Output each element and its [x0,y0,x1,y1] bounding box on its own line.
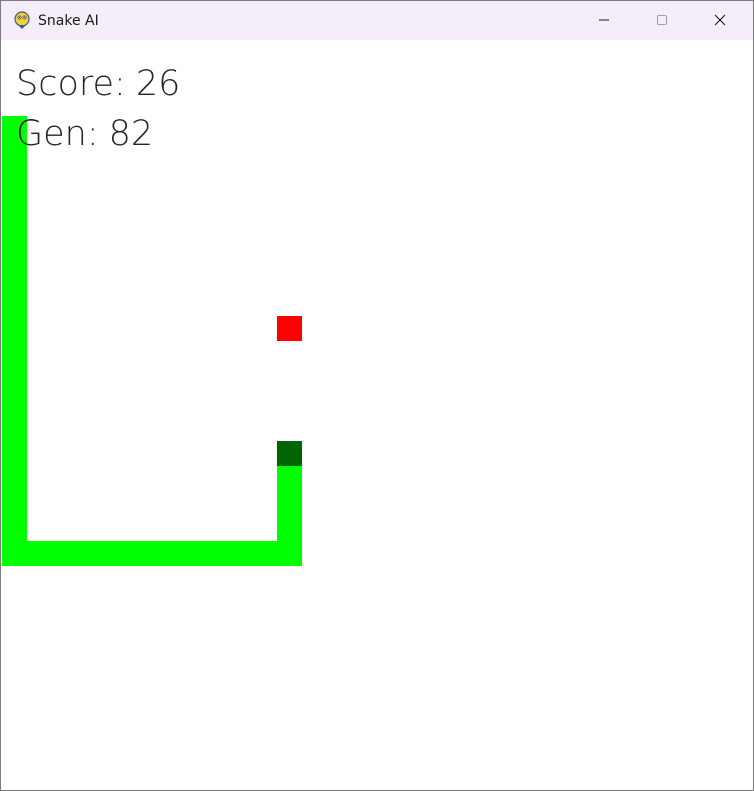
score-label: Score: [16,64,126,104]
score-value: 26 [135,64,181,104]
close-icon [714,11,726,30]
score-display: Score: 26 [16,64,180,104]
snake-body-left-column [2,116,27,566]
generation-display: Gen: 82 [16,114,153,154]
pygame-snake-icon [12,10,32,30]
window-title: Snake AI [38,13,99,29]
maximize-button[interactable] [633,1,691,40]
close-button[interactable] [691,1,749,40]
snake-head [277,441,302,466]
minimize-button[interactable] [575,1,633,40]
title-bar[interactable]: Snake AI [1,1,753,40]
maximize-icon [656,11,668,30]
gen-value: 82 [108,114,154,154]
minimize-icon [598,11,610,30]
app-window: Snake AI Score: 26 Gen: 82 [0,0,754,791]
food-apple [277,316,302,341]
snake-body-bottom-row [2,541,302,566]
game-canvas: Score: 26 Gen: 82 [2,40,752,790]
gen-label: Gen: [16,114,99,154]
snake-body-right-column [277,466,302,566]
